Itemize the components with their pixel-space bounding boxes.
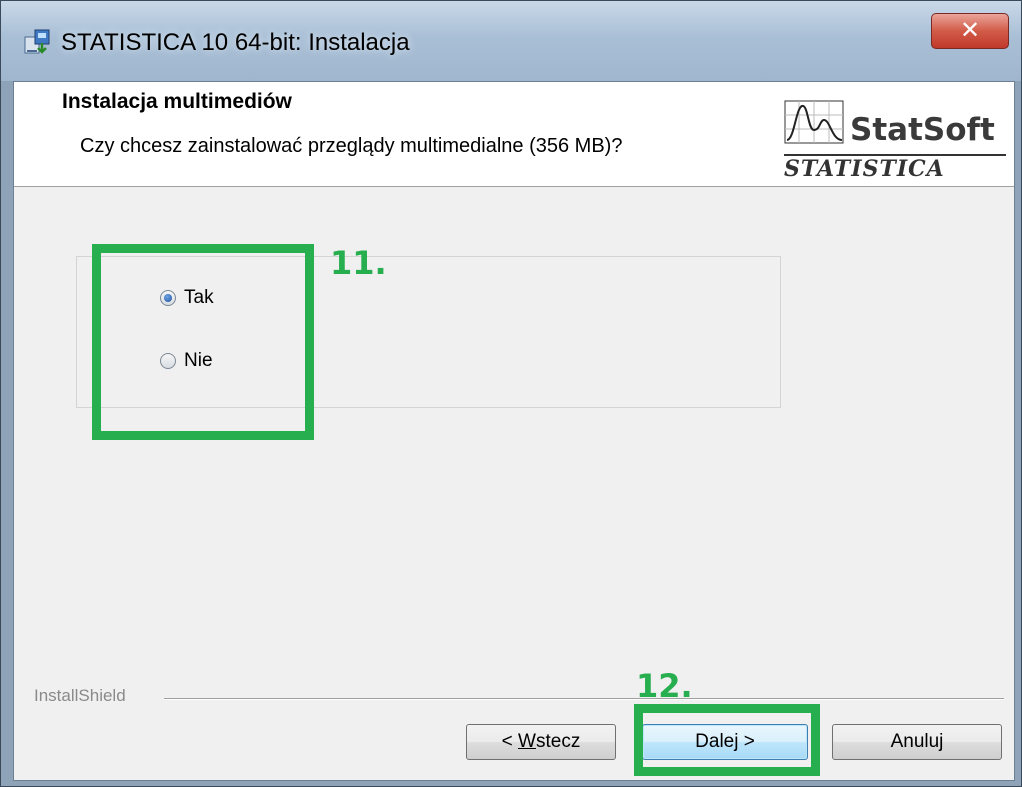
annotation-highlight-next <box>634 704 820 776</box>
window-title: STATISTICA 10 64-bit: Instalacja <box>61 29 410 56</box>
annotation-step-12: 12. <box>636 667 693 705</box>
close-icon: ✕ <box>959 16 981 44</box>
statsoft-logo: StatSoft STATISTICA <box>774 92 1009 182</box>
cancel-button[interactable]: Anuluj <box>832 724 1002 760</box>
footer-separator <box>164 698 1004 700</box>
annotation-highlight-options <box>92 244 314 440</box>
installer-app-icon <box>24 29 50 54</box>
back-button[interactable]: < Wstecz <box>466 724 616 760</box>
dialog-header: Instalacja multimediów Czy chcesz zainst… <box>14 82 1014 187</box>
page-title: Instalacja multimediów <box>62 90 292 113</box>
dialog-client-area: Instalacja multimediów Czy chcesz zainst… <box>13 81 1015 781</box>
annotation-step-11: 11. <box>330 244 387 282</box>
page-subtitle: Czy chcesz zainstalować przeglądy multim… <box>80 135 623 157</box>
close-button[interactable]: ✕ <box>931 13 1009 49</box>
logo-brand-text: StatSoft <box>850 112 995 148</box>
logo-product-text: STATISTICA <box>784 156 945 182</box>
chart-logo-icon <box>784 100 844 144</box>
title-bar[interactable]: STATISTICA 10 64-bit: Instalacja ✕ <box>1 1 1021 81</box>
installshield-label: InstallShield <box>34 686 126 705</box>
back-button-mnemonic: W <box>518 731 536 752</box>
cancel-button-label: Anuluj <box>890 731 944 752</box>
back-button-label: stecz <box>535 731 581 752</box>
installer-window: STATISTICA 10 64-bit: Instalacja ✕ Insta… <box>0 0 1022 787</box>
back-button-prefix: < <box>501 731 519 752</box>
